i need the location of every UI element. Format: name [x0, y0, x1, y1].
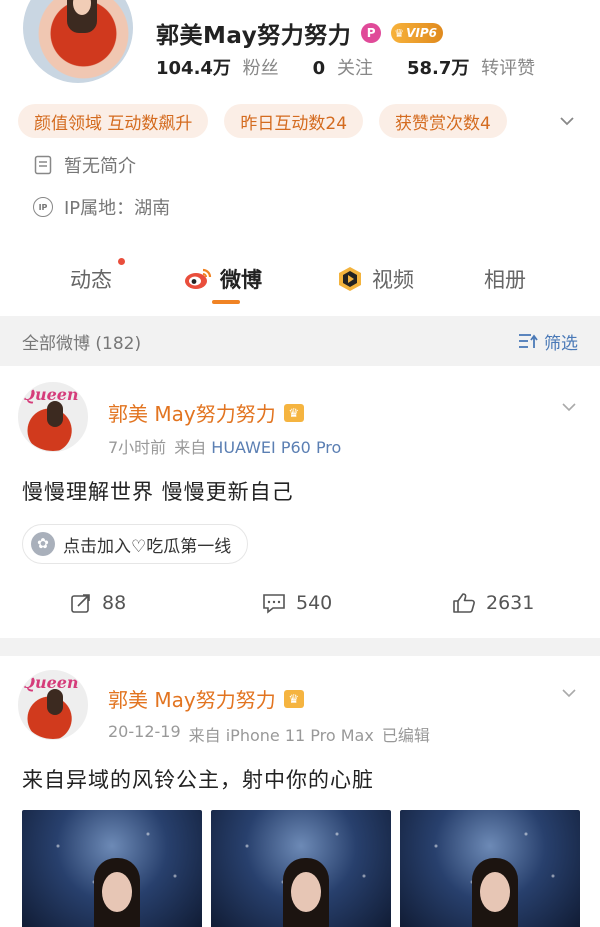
photo-grid — [22, 810, 580, 927]
filter-button[interactable]: 筛选 — [518, 329, 578, 354]
post-card: Queen 郭美 May努力努力 ♛ 7小时前 来自 HUAWEI P60 Pr… — [0, 366, 600, 638]
stat-value: 0 — [312, 58, 326, 79]
post-photo[interactable] — [22, 810, 202, 927]
bio-text: 暂无简介 — [64, 156, 136, 177]
stat-following[interactable]: 0 关注 — [313, 54, 373, 80]
post-author[interactable]: 郭美 May努力努力 ♛ — [108, 684, 304, 713]
ip-icon: IP — [33, 197, 53, 217]
post-avatar[interactable]: Queen — [18, 670, 88, 740]
doc-icon — [32, 154, 54, 176]
stat-label: 转评赞 — [481, 58, 536, 79]
topic-chip[interactable]: ✿ 点击加入♡吃瓜第一线 — [22, 524, 249, 564]
ip-location: IP属地：湖南 — [64, 198, 171, 219]
topic-label: 点击加入♡吃瓜第一线 — [63, 536, 232, 557]
avatar-logo-text: Queen — [21, 385, 79, 404]
stat-label: 关注 — [336, 58, 373, 79]
stat-interactions[interactable]: 58.7万 转评赞 — [407, 54, 535, 80]
bio-line: 暂无简介 — [32, 152, 136, 178]
topic-icon: ✿ — [31, 532, 55, 556]
tab-label: 相册 — [484, 268, 526, 292]
repost-button[interactable]: 88 — [70, 592, 126, 614]
stat-value: 104.4万 — [156, 58, 231, 79]
tab-label: 微博 — [220, 268, 262, 292]
post-device[interactable]: HUAWEI P60 Pro — [211, 438, 341, 457]
post-photo[interactable] — [400, 810, 580, 927]
weibo-eye-icon — [185, 268, 212, 289]
post-text: 慢慢理解世界 慢慢更新自己 — [22, 480, 294, 504]
stat-followers[interactable]: 104.4万 粉丝 — [156, 54, 279, 80]
like-button[interactable]: 2631 — [452, 592, 534, 614]
post-actions: 88 540 2631 — [0, 592, 600, 632]
tab-label: 视频 — [372, 268, 414, 292]
like-count: 2631 — [486, 592, 535, 614]
tag-domain[interactable]: 颜值领域 互动数飙升 — [18, 104, 209, 138]
name-row: 郭美May努力努力 P ♛ VIP6 — [156, 16, 443, 50]
comment-count: 540 — [296, 592, 333, 614]
source-prefix: 来自 — [188, 726, 221, 745]
filter-icon — [519, 334, 538, 348]
verified-badge-icon[interactable]: P — [361, 23, 382, 43]
post-photo[interactable] — [211, 810, 391, 927]
tab-video[interactable]: 视频 — [336, 264, 414, 294]
ip-line: IP IP属地：湖南 — [32, 194, 170, 220]
repost-icon — [71, 594, 90, 613]
post-device[interactable]: iPhone 11 Pro Max — [226, 726, 374, 745]
chevron-down-icon[interactable] — [560, 684, 578, 702]
comment-button[interactable]: 540 — [262, 592, 332, 614]
post-meta: 7小时前 来自 HUAWEI P60 Pro — [108, 434, 341, 458]
profile-tabs: 动态 微博 视频 相册 — [0, 248, 600, 312]
comment-icon — [263, 594, 285, 614]
like-icon — [453, 593, 475, 613]
post-card: Queen 郭美 May努力努力 ♛ 20-12-19 来自 iPhone 11… — [0, 656, 600, 927]
post-meta: 20-12-19 来自 iPhone 11 Pro Max 已编辑 — [108, 722, 430, 746]
author-name: 郭美 May努力努力 — [108, 402, 276, 426]
crown-icon: ♛ — [283, 403, 304, 422]
source-prefix: 来自 — [174, 438, 207, 457]
repost-count: 88 — [102, 592, 127, 614]
filter-label: 筛选 — [544, 333, 578, 354]
profile-header: 郭美May努力努力 P ♛ VIP6 104.4万 粉丝 0 关注 58.7万 … — [0, 0, 600, 236]
avatar-logo-text: Queen — [21, 673, 79, 692]
post-text: 来自异域的风铃公主，射中你的心脏 — [22, 768, 374, 792]
active-tab-indicator — [212, 300, 240, 304]
chevron-down-icon[interactable] — [560, 398, 578, 416]
vip-badge[interactable]: ♛ VIP6 — [391, 23, 443, 43]
profile-avatar[interactable] — [20, 0, 136, 86]
post-time: 20-12-19 — [108, 722, 181, 741]
profile-tags: 颜值领域 互动数飙升 昨日互动数24 获赞赏次数4 — [18, 104, 507, 138]
crown-icon: ♛ — [394, 26, 405, 40]
tag-rewards[interactable]: 获赞赏次数4 — [379, 104, 507, 138]
post-avatar[interactable]: Queen — [18, 382, 88, 452]
feed-divider — [0, 638, 600, 656]
crown-icon: ♛ — [283, 689, 304, 708]
filter-bar: 全部微博 (182) 筛选 — [0, 316, 600, 366]
tag-daily-interactions[interactable]: 昨日互动数24 — [224, 104, 364, 138]
tab-feed[interactable]: 动态 — [70, 264, 112, 294]
author-name: 郭美 May努力努力 — [108, 688, 276, 712]
edited-label[interactable]: 已编辑 — [382, 722, 430, 746]
tab-album[interactable]: 相册 — [484, 264, 526, 294]
chevron-down-icon[interactable] — [558, 112, 576, 130]
profile-stats: 104.4万 粉丝 0 关注 58.7万 转评赞 — [156, 54, 535, 80]
post-author[interactable]: 郭美 May努力努力 ♛ — [108, 398, 304, 427]
tab-weibo[interactable]: 微博 — [184, 264, 262, 294]
tab-label: 动态 — [70, 268, 112, 292]
stat-label: 粉丝 — [242, 58, 279, 79]
post-time: 7小时前 — [108, 438, 167, 457]
vip-label: VIP6 — [406, 26, 437, 40]
video-icon — [339, 267, 361, 291]
profile-name: 郭美May努力努力 — [156, 23, 352, 49]
all-weibo-count: 全部微博 (182) — [22, 333, 142, 354]
notification-dot — [118, 258, 125, 265]
stat-value: 58.7万 — [406, 58, 470, 79]
